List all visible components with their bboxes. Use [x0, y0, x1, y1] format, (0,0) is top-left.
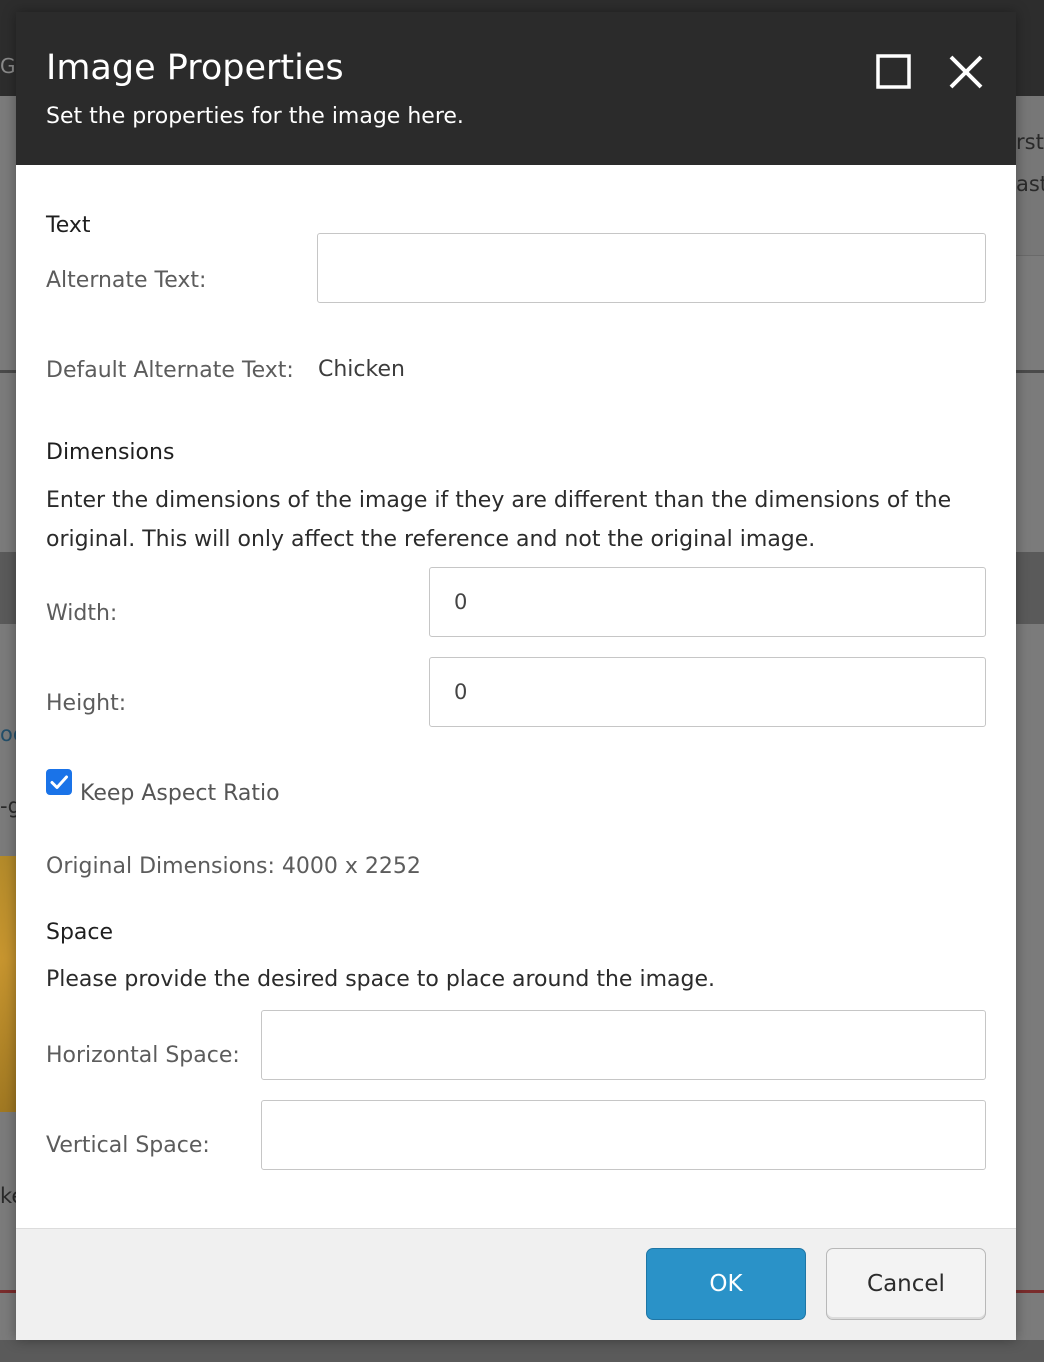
default-alternate-text-label: Default Alternate Text: — [46, 358, 294, 383]
background-divider — [1016, 370, 1044, 373]
height-input[interactable] — [429, 657, 986, 727]
keep-aspect-ratio-checkbox[interactable] — [46, 769, 72, 795]
cancel-button[interactable]: Cancel — [826, 1248, 986, 1320]
height-label: Height: — [46, 691, 127, 716]
default-alternate-text-value: Chicken — [318, 357, 405, 382]
dialog-subtitle: Set the properties for the image here. — [46, 104, 464, 129]
horizontal-space-input[interactable] — [261, 1010, 986, 1080]
space-section-heading: Space — [46, 920, 114, 945]
close-icon — [949, 55, 983, 89]
background-divider — [0, 370, 16, 373]
vertical-space-label: Vertical Space: — [46, 1133, 210, 1158]
keep-aspect-ratio-label[interactable]: Keep Aspect Ratio — [80, 781, 280, 806]
dialog-title: Image Properties — [46, 48, 344, 88]
vertical-space-input[interactable] — [261, 1100, 986, 1170]
width-input[interactable] — [429, 567, 986, 637]
width-label: Width: — [46, 601, 118, 626]
space-description: Please provide the desired space to plac… — [46, 967, 715, 992]
image-properties-dialog: Image Properties Set the properties for … — [16, 12, 1016, 1340]
maximize-button[interactable] — [872, 50, 916, 94]
checkmark-icon — [50, 775, 68, 789]
close-button[interactable] — [944, 50, 988, 94]
background-bottom-bar — [0, 1340, 1044, 1362]
alternate-text-label: Alternate Text: — [46, 268, 207, 293]
ok-button[interactable]: OK — [646, 1248, 806, 1320]
background-right-text: ast — [1016, 172, 1044, 196]
background-right-text: rst — [1016, 130, 1044, 154]
dialog-footer: OK Cancel — [16, 1228, 1016, 1340]
dimensions-section-heading: Dimensions — [46, 440, 175, 465]
original-dimensions-text: Original Dimensions: 4000 x 2252 — [46, 854, 421, 879]
text-section-heading: Text — [46, 213, 91, 238]
alternate-text-input[interactable] — [317, 233, 986, 303]
background-food-image — [0, 856, 16, 1112]
dialog-header: Image Properties Set the properties for … — [16, 12, 1016, 165]
maximize-icon — [876, 54, 911, 89]
dimensions-description: Enter the dimensions of the image if the… — [46, 488, 952, 552]
horizontal-space-label: Horizontal Space: — [46, 1043, 240, 1068]
